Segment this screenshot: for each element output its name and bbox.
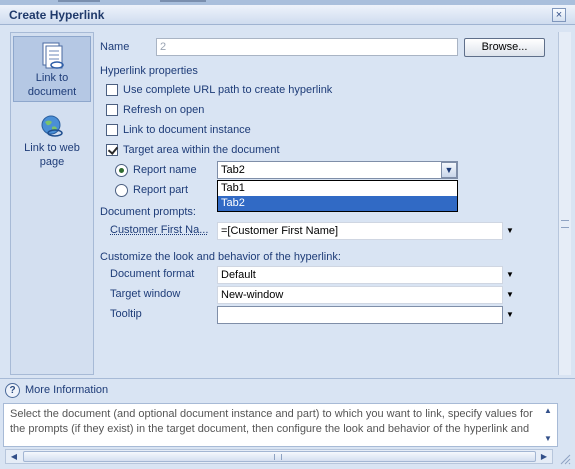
web-globe-icon xyxy=(41,115,63,137)
report-part-label: Report part xyxy=(133,184,189,196)
nav-item-link-to-web-page[interactable]: Link to web page xyxy=(13,113,91,173)
report-part-radio[interactable] xyxy=(115,184,128,197)
target-window-select[interactable]: New-window xyxy=(217,286,503,304)
customize-heading: Customize the look and behavior of the h… xyxy=(100,251,341,263)
scroll-down-arrow-icon[interactable]: ▼ xyxy=(543,434,553,443)
top-edge-mark xyxy=(58,0,100,2)
document-instance-checkbox[interactable] xyxy=(106,124,118,136)
nav-item-label: Link to document xyxy=(27,72,77,98)
chevron-down-icon: ▼ xyxy=(506,290,514,299)
name-field[interactable]: 2 xyxy=(156,38,458,56)
report-name-select[interactable]: Tab2 xyxy=(217,161,458,179)
tooltip-field[interactable] xyxy=(217,306,503,324)
scroll-left-arrow-icon[interactable]: ◀ xyxy=(8,451,20,463)
help-scrollbar[interactable]: ▲ ▼ xyxy=(541,404,556,446)
complete-url-checkbox[interactable] xyxy=(106,84,118,96)
resize-grip-icon[interactable] xyxy=(558,452,571,465)
document-format-label: Document format xyxy=(110,268,195,280)
help-question-icon: ? xyxy=(5,383,20,398)
dialog-title: Create Hyperlink xyxy=(9,8,105,22)
report-name-dropdown-list: Tab1 Tab2 xyxy=(217,180,458,212)
prompt-dropdown-arrow[interactable]: ▼ xyxy=(505,224,515,238)
complete-url-label: Use complete URL path to create hyperlin… xyxy=(123,84,333,96)
name-label: Name xyxy=(100,41,130,53)
prompt-label: Customer First Na... xyxy=(110,224,209,236)
scroll-grip xyxy=(561,220,569,228)
report-name-dropdown-button[interactable]: ▼ xyxy=(441,162,457,178)
document-instance-label: Link to document instance xyxy=(123,124,251,136)
top-edge-mark xyxy=(160,0,206,2)
scroll-up-arrow-icon[interactable]: ▲ xyxy=(543,406,553,415)
document-prompts-heading: Document prompts: xyxy=(100,206,196,218)
chevron-down-icon: ▼ xyxy=(506,270,514,279)
help-text: Select the document (and optional docume… xyxy=(10,408,533,435)
tooltip-label: Tooltip xyxy=(110,308,142,320)
target-area-checkbox[interactable] xyxy=(106,144,118,156)
link-settings-pane: Name 2 Browse... Hyperlink properties Us… xyxy=(95,32,557,375)
target-window-label: Target window xyxy=(110,288,181,300)
document-format-select[interactable]: Default xyxy=(217,266,503,284)
chevron-down-icon: ▼ xyxy=(444,165,454,175)
browse-button[interactable]: Browse... xyxy=(464,38,545,57)
close-icon: × xyxy=(555,9,563,21)
document-link-icon xyxy=(42,42,64,69)
close-button[interactable]: × xyxy=(552,8,566,22)
document-format-dropdown-arrow[interactable]: ▼ xyxy=(505,268,515,282)
target-window-dropdown-arrow[interactable]: ▼ xyxy=(505,288,515,302)
report-name-radio[interactable] xyxy=(115,164,128,177)
horizontal-scrollbar[interactable]: ◀ ▶ xyxy=(5,449,553,464)
dropdown-option-tab2[interactable]: Tab2 xyxy=(218,196,457,211)
refresh-on-open-checkbox[interactable] xyxy=(106,104,118,116)
dropdown-option-tab1[interactable]: Tab1 xyxy=(218,181,457,196)
refresh-on-open-label: Refresh on open xyxy=(123,104,205,116)
scroll-grip xyxy=(274,454,282,460)
chevron-down-icon: ▼ xyxy=(506,310,514,319)
scroll-right-arrow-icon[interactable]: ▶ xyxy=(538,451,550,463)
link-type-panel: Link to document Link to web page xyxy=(10,32,94,375)
more-information-label: More Information xyxy=(25,384,109,396)
report-name-label: Report name xyxy=(133,164,197,176)
main-vertical-scrollbar[interactable] xyxy=(558,32,571,375)
target-area-label: Target area within the document xyxy=(123,144,280,156)
hyperlink-properties-heading: Hyperlink properties xyxy=(100,65,198,77)
tooltip-dropdown-arrow[interactable]: ▼ xyxy=(505,308,515,322)
dialog-title-bar: Create Hyperlink × xyxy=(0,5,575,25)
help-text-box: Select the document (and optional docume… xyxy=(3,403,558,447)
more-information-bar[interactable]: ? More Information xyxy=(0,378,575,400)
nav-item-link-to-document[interactable]: Link to document xyxy=(13,36,91,102)
nav-item-label: Link to web page xyxy=(24,142,80,168)
prompt-value-field[interactable]: =[Customer First Name] xyxy=(217,222,503,240)
horizontal-scroll-thumb[interactable] xyxy=(23,451,536,462)
chevron-down-icon: ▼ xyxy=(506,226,514,235)
